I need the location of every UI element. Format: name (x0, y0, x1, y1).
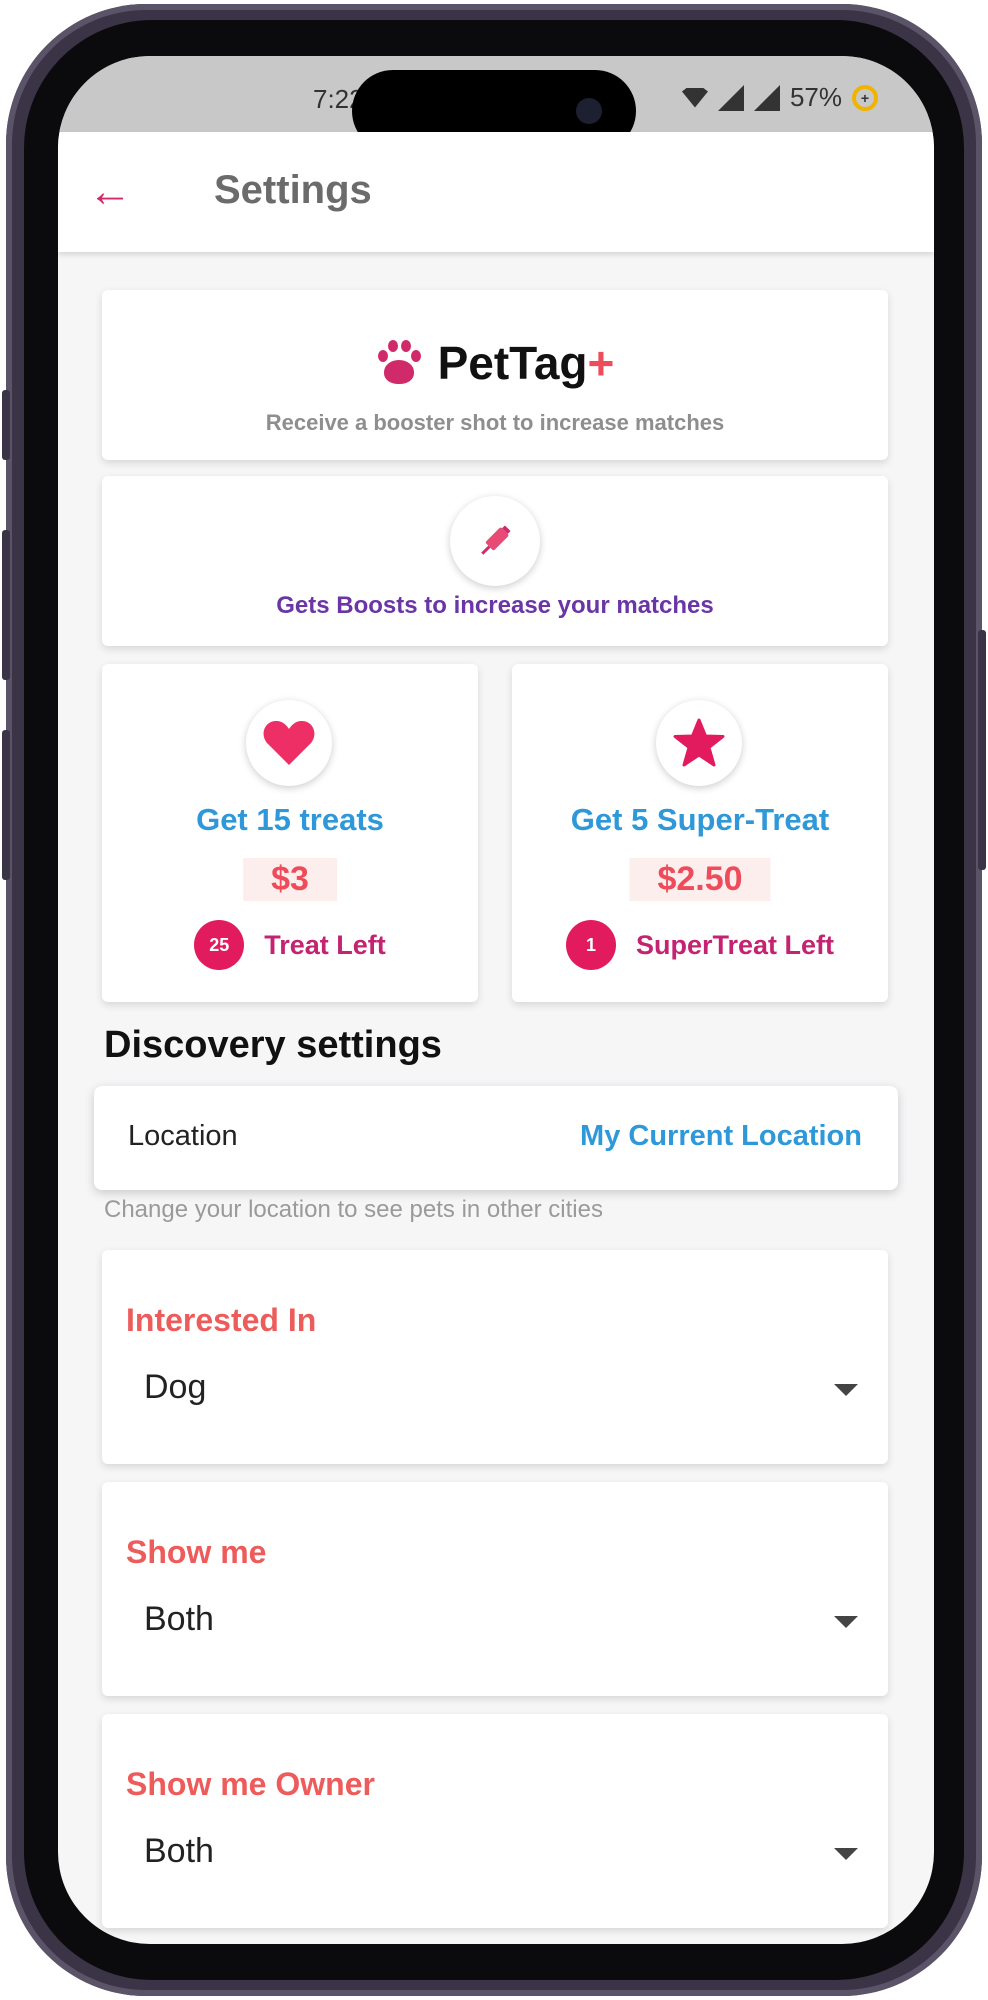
location-row[interactable]: Location My Current Location (94, 1086, 898, 1190)
side-button-left-3 (2, 730, 10, 880)
show-me-owner-dropdown[interactable]: Show me Owner Both (102, 1714, 888, 1928)
battery-icon: + (852, 84, 878, 111)
show-me-label: Show me (126, 1534, 267, 1570)
brand-row: PetTag+ (102, 336, 888, 390)
chevron-down-icon[interactable] (834, 1616, 858, 1628)
pettag-plus-card[interactable]: PetTag+ Receive a booster shot to increa… (102, 290, 888, 460)
super-treats-count-row: 1 SuperTreat Left (512, 920, 888, 970)
app-bar: ← Settings (58, 132, 934, 252)
side-button-right (978, 630, 986, 870)
heart-icon (246, 700, 332, 786)
show-me-value[interactable]: Both (144, 1600, 214, 1639)
show-me-owner-value[interactable]: Both (144, 1832, 214, 1871)
boost-text: Gets Boosts to increase your matches (276, 592, 714, 619)
side-button-left-1 (2, 390, 10, 460)
wifi-icon (681, 87, 708, 108)
location-value[interactable]: My Current Location (580, 1120, 862, 1153)
super-treats-price: $2.50 (629, 858, 771, 901)
battery-charging-glyph: + (860, 89, 870, 106)
battery-percent: 57% (789, 82, 842, 112)
brand-name-text: PetTag (437, 337, 588, 389)
location-hint: Change your location to see pets in othe… (104, 1196, 603, 1223)
treats-price: $3 (243, 858, 337, 901)
side-button-left-2 (2, 530, 10, 680)
star-icon (656, 700, 742, 786)
treats-card[interactable]: Get 15 treats $3 25 Treat Left (102, 664, 478, 1002)
camera-icon (576, 98, 602, 124)
treats-count-row: 25 Treat Left (102, 920, 478, 970)
page-title: Settings (214, 168, 372, 212)
brand-subtitle: Receive a booster shot to increase match… (265, 410, 725, 435)
brand-plus: + (587, 337, 615, 389)
location-label: Location (128, 1120, 238, 1152)
syringe-icon (450, 496, 540, 586)
signal-icon (717, 84, 744, 111)
app-screen: 7:22 57% + ← Settings PetTag+ Receive a … (58, 56, 934, 1944)
treats-count-badge: 25 (194, 920, 245, 970)
paw-icon (376, 340, 422, 386)
treats-count-label: Treat Left (264, 929, 386, 960)
super-treats-count-label: SuperTreat Left (635, 929, 835, 960)
arrow-left-icon[interactable]: ← (88, 162, 138, 222)
show-me-dropdown[interactable]: Show me Both (102, 1482, 888, 1696)
interested-in-value[interactable]: Dog (144, 1368, 206, 1407)
chevron-down-icon[interactable] (834, 1384, 858, 1396)
treats-title: Get 15 treats (196, 802, 384, 837)
super-treats-title: Get 5 Super-Treat (570, 802, 830, 837)
signal-icon-2 (753, 84, 780, 111)
super-treats-card[interactable]: Get 5 Super-Treat $2.50 1 SuperTreat Lef… (512, 664, 888, 1002)
brand-name: PetTag+ (438, 336, 615, 390)
show-me-owner-label: Show me Owner (126, 1766, 375, 1802)
interested-in-dropdown[interactable]: Interested In Dog (102, 1250, 888, 1464)
chevron-down-icon[interactable] (834, 1848, 858, 1860)
interested-in-label: Interested In (126, 1302, 317, 1338)
boost-card[interactable]: Gets Boosts to increase your matches (102, 476, 888, 646)
super-treats-count-badge: 1 (565, 920, 616, 970)
status-icons: 57% + (681, 82, 878, 113)
discovery-settings-title: Discovery settings (104, 1024, 442, 1066)
